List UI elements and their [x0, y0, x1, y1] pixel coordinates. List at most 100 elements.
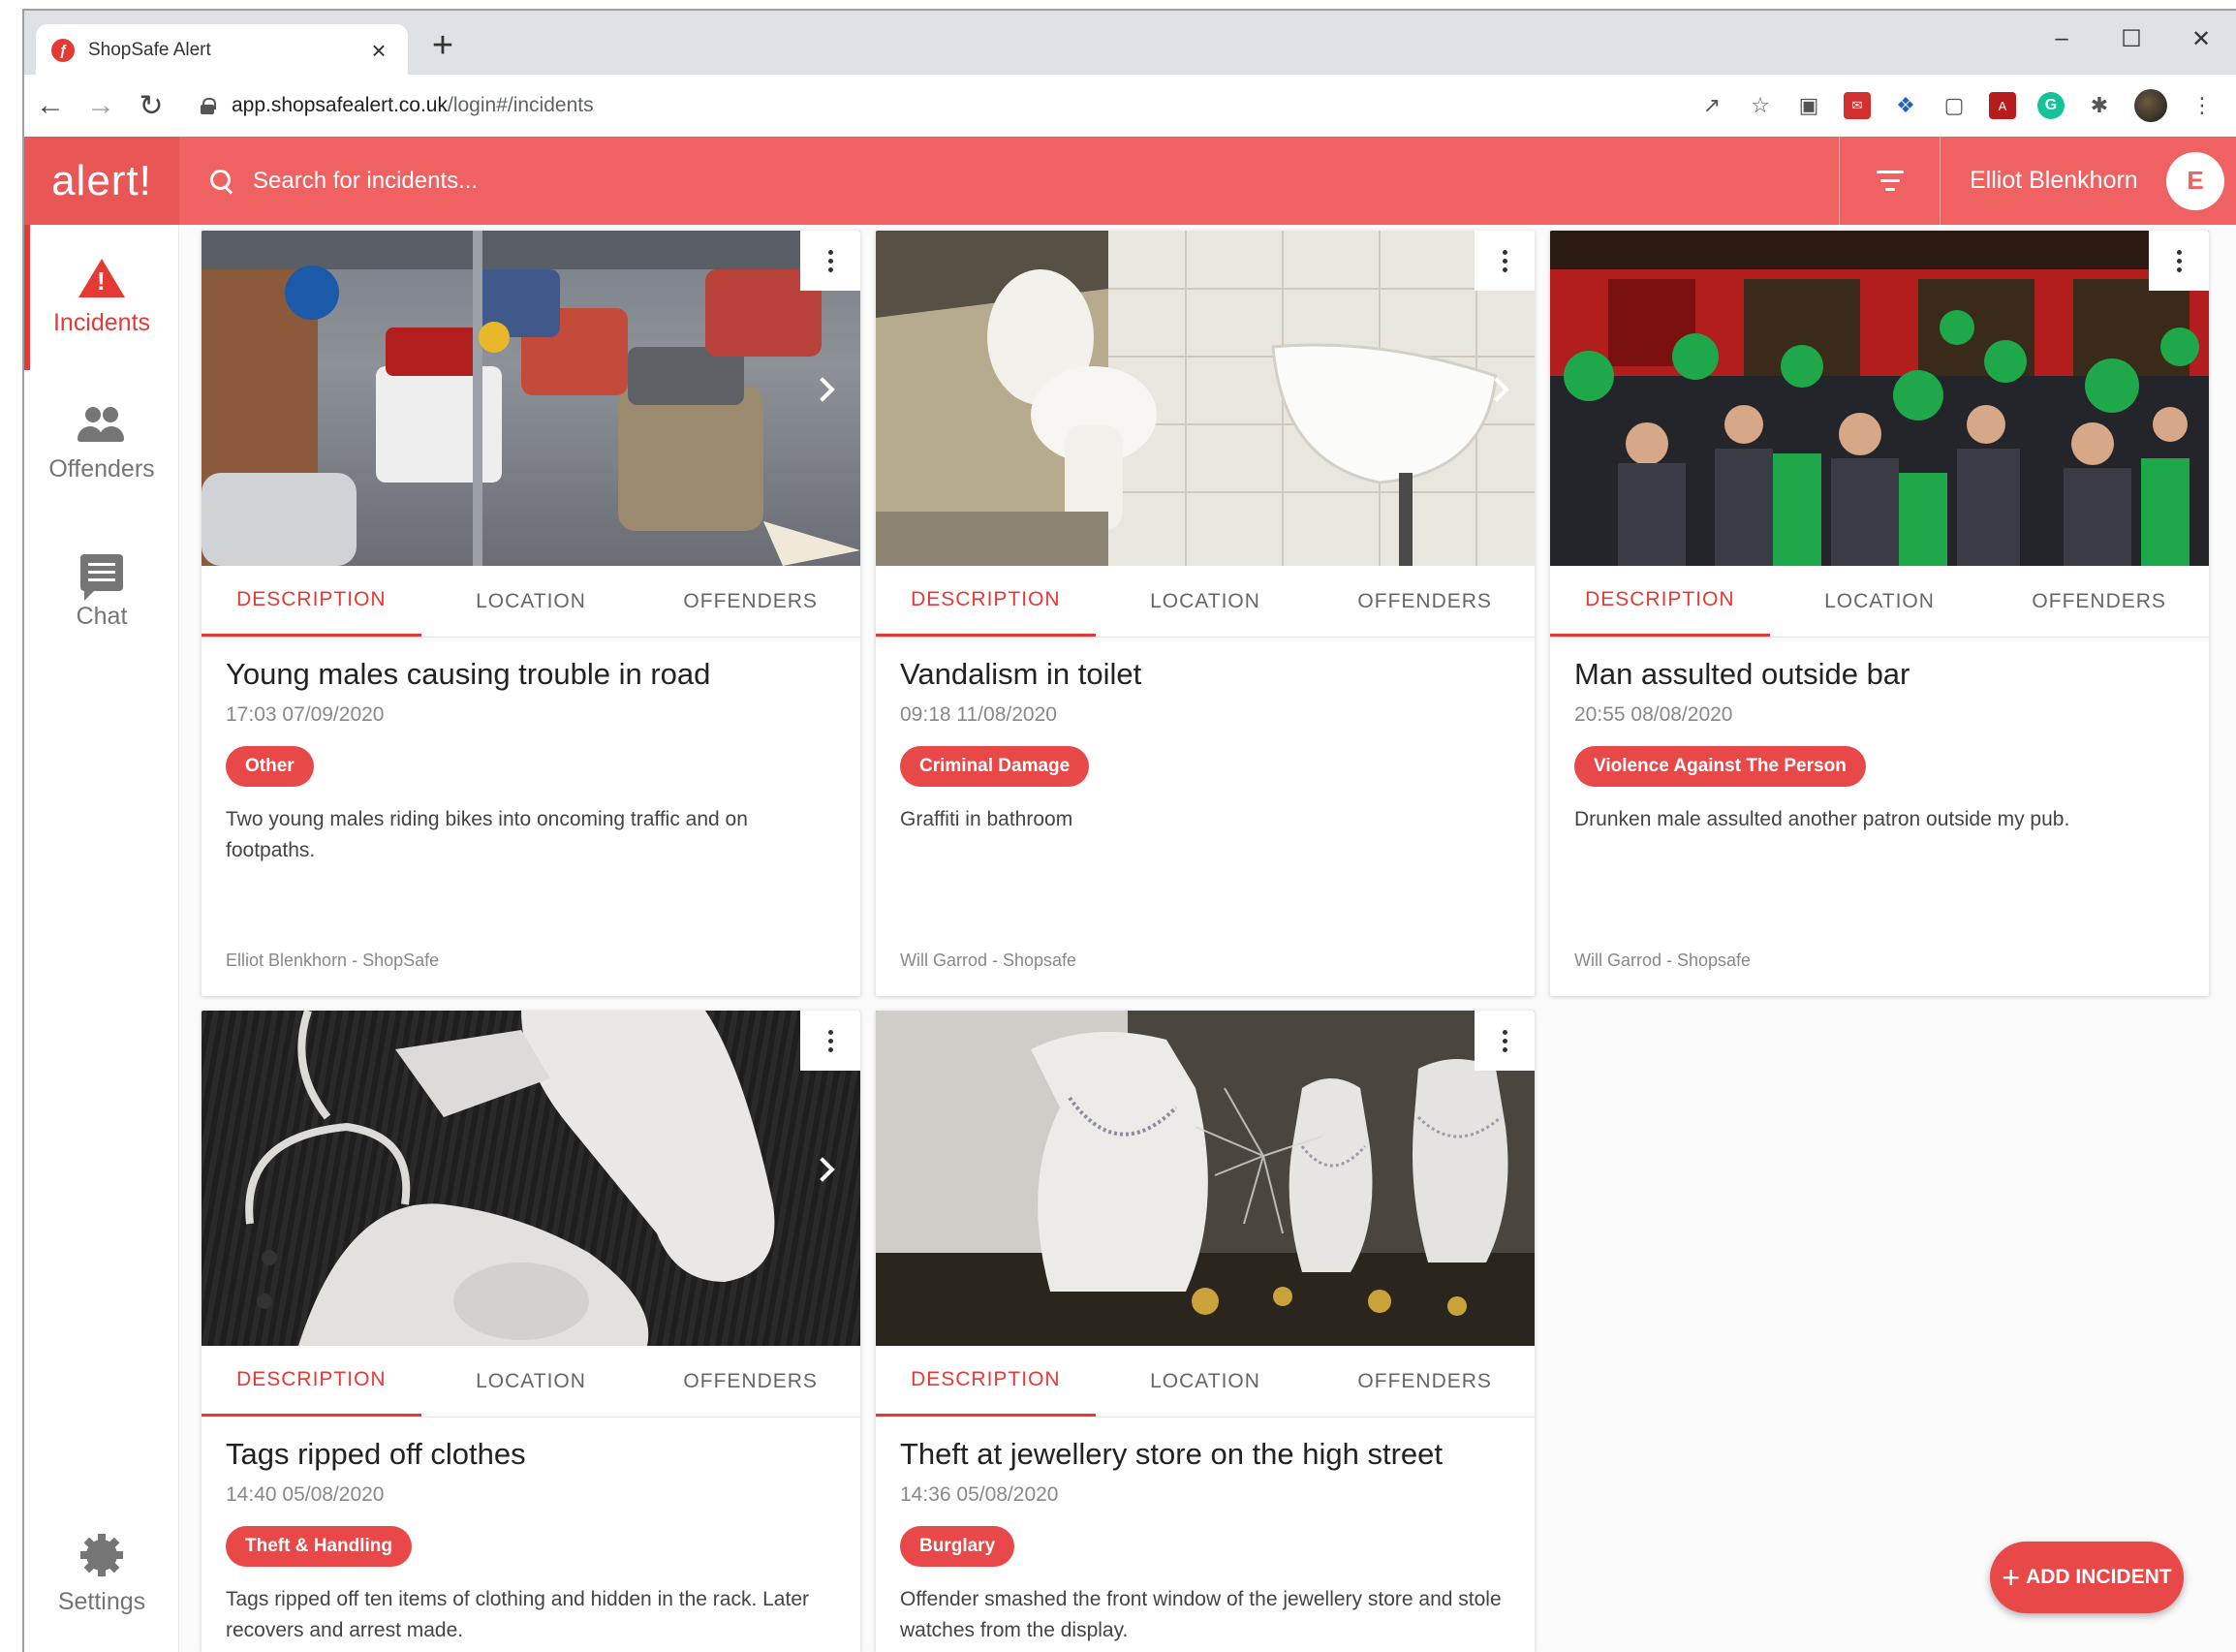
- card-body: Tags ripped off clothes 14:40 05/08/2020…: [202, 1418, 860, 1646]
- card-tabs: DESCRIPTION LOCATION OFFENDERS: [202, 566, 860, 638]
- card-menu-icon[interactable]: [2149, 231, 2209, 291]
- tab-offenders[interactable]: OFFENDERS: [1315, 1346, 1535, 1417]
- extension-pdf-icon[interactable]: A: [1989, 92, 2016, 119]
- minimize-icon[interactable]: –: [2027, 16, 2096, 61]
- incident-description: Two young males riding bikes into oncomi…: [226, 808, 748, 861]
- tab-description[interactable]: DESCRIPTION: [202, 566, 421, 637]
- sidebar-item-offenders[interactable]: Offenders: [24, 372, 179, 517]
- incident-card[interactable]: DESCRIPTION LOCATION OFFENDERS Young mal…: [202, 231, 860, 996]
- browser-tab[interactable]: ƒ ShopSafe Alert ×: [36, 24, 408, 77]
- browser-menu-icon[interactable]: ⋮: [2189, 92, 2216, 119]
- incident-description: Tags ripped off ten items of clothing an…: [226, 1588, 809, 1641]
- sidebar-item-label: Offenders: [48, 454, 155, 483]
- puzzle-extensions-icon[interactable]: ✱: [2086, 92, 2113, 119]
- category-chip[interactable]: Burglary: [900, 1526, 1015, 1567]
- sidebar-item-label: Chat: [76, 602, 128, 630]
- people-icon: [78, 406, 126, 444]
- filter-icon: [1876, 171, 1904, 173]
- incident-reporter: Will Garrod - Shopsafe: [1574, 951, 1752, 970]
- incident-time: 14:40 05/08/2020: [226, 1483, 385, 1506]
- tab-offenders[interactable]: OFFENDERS: [1989, 566, 2209, 637]
- incident-card[interactable]: DESCRIPTION LOCATION OFFENDERS Tags ripp…: [202, 1011, 860, 1652]
- star-bookmark-icon[interactable]: ☆: [1747, 92, 1774, 119]
- incident-photo[interactable]: [202, 231, 860, 566]
- tab-offenders[interactable]: OFFENDERS: [1315, 566, 1535, 637]
- sidebar-item-label: Settings: [57, 1587, 146, 1615]
- incident-photo[interactable]: [876, 1011, 1535, 1346]
- incident-photo[interactable]: [202, 1011, 860, 1346]
- tab-description[interactable]: DESCRIPTION: [1550, 566, 1770, 637]
- tab-location[interactable]: LOCATION: [1770, 566, 1990, 637]
- alert-logo[interactable]: alert!: [24, 137, 179, 225]
- extension-mail-icon[interactable]: ✉: [1844, 92, 1871, 119]
- incident-title: Young males causing trouble in road: [226, 657, 711, 691]
- tab-location[interactable]: LOCATION: [421, 566, 641, 637]
- incident-photo[interactable]: [1550, 231, 2209, 566]
- incident-reporter: Elliot Blenkhorn - ShopSafe: [226, 951, 440, 970]
- extension-icons: ↗ ☆ ▣ ✉ ❖ ▢ A G ✱ ⋮: [1688, 89, 2226, 122]
- open-external-icon[interactable]: ↗: [1698, 92, 1725, 119]
- sidebar-item-incidents[interactable]: Incidents: [24, 225, 179, 370]
- card-menu-icon[interactable]: [800, 231, 860, 291]
- incident-reporter: Will Garrod - Shopsafe: [900, 951, 1077, 970]
- search-bar: [179, 137, 1839, 225]
- incident-title: Tags ripped off clothes: [226, 1437, 526, 1471]
- crowd-outside-bar-image: [1550, 231, 2209, 566]
- tab-location[interactable]: LOCATION: [421, 1346, 641, 1417]
- extension-reader-icon[interactable]: ▣: [1795, 92, 1822, 119]
- reload-icon[interactable]: ↻: [127, 81, 175, 130]
- close-window-icon[interactable]: ✕: [2166, 16, 2236, 61]
- filter-button[interactable]: [1839, 137, 1940, 225]
- maximize-icon[interactable]: ☐: [2096, 16, 2166, 61]
- category-chip[interactable]: Other: [226, 746, 314, 787]
- card-menu-icon[interactable]: [800, 1011, 860, 1071]
- extension-grammarly-icon[interactable]: G: [2037, 92, 2065, 119]
- add-incident-button[interactable]: + ADD INCIDENT: [1990, 1542, 2184, 1613]
- tab-description[interactable]: DESCRIPTION: [202, 1346, 421, 1417]
- back-arrow-icon[interactable]: ←: [26, 81, 75, 130]
- tab-location[interactable]: LOCATION: [1096, 566, 1316, 637]
- card-body: Young males causing trouble in road 17:0…: [202, 638, 860, 996]
- chat-icon: [80, 553, 123, 601]
- profile-avatar-icon[interactable]: [2134, 89, 2167, 122]
- category-chip[interactable]: Criminal Damage: [900, 746, 1090, 787]
- forward-arrow-icon[interactable]: →: [77, 81, 125, 130]
- card-menu-icon[interactable]: [1475, 231, 1535, 291]
- sidebar-item-chat[interactable]: Chat: [24, 519, 179, 665]
- extension-screen-icon[interactable]: ▢: [1941, 92, 1968, 119]
- incident-time: 14:36 05/08/2020: [900, 1483, 1059, 1506]
- close-tab-icon[interactable]: ×: [365, 36, 392, 66]
- incident-card[interactable]: DESCRIPTION LOCATION OFFENDERS Vandalism…: [876, 231, 1535, 996]
- user-name: Elliot Blenkhorn: [1970, 167, 2138, 194]
- tab-location[interactable]: LOCATION: [1096, 1346, 1316, 1417]
- tab-offenders[interactable]: OFFENDERS: [640, 1346, 860, 1417]
- card-tabs: DESCRIPTION LOCATION OFFENDERS: [876, 566, 1535, 638]
- sidebar-nav: Incidents Offenders Chat Settings: [24, 225, 179, 1652]
- user-avatar[interactable]: E: [2166, 151, 2224, 210]
- user-menu[interactable]: Elliot Blenkhorn E: [1940, 137, 2236, 225]
- incident-photo[interactable]: [876, 231, 1535, 566]
- street-traffic-image: [202, 231, 860, 566]
- incident-title: Vandalism in toilet: [900, 657, 1142, 691]
- vandalised-toilet-image: [876, 231, 1535, 566]
- incident-card[interactable]: DESCRIPTION LOCATION OFFENDERS Man assul…: [1550, 231, 2209, 996]
- card-body: Vandalism in toilet 09:18 11/08/2020 Cri…: [876, 638, 1535, 996]
- category-chip[interactable]: Theft & Handling: [226, 1526, 412, 1567]
- tab-description[interactable]: DESCRIPTION: [876, 566, 1096, 637]
- category-chip[interactable]: Violence Against The Person: [1574, 746, 1866, 787]
- search-input[interactable]: [253, 167, 834, 195]
- search-icon: [210, 169, 233, 193]
- card-body: Theft at jewellery store on the high str…: [876, 1418, 1535, 1646]
- tab-description[interactable]: DESCRIPTION: [876, 1346, 1096, 1417]
- extension-dropbox-icon[interactable]: ❖: [1892, 92, 1919, 119]
- card-menu-icon[interactable]: [1475, 1011, 1535, 1071]
- new-tab-button[interactable]: +: [423, 26, 462, 65]
- incident-description: Offender smashed the front window of the…: [900, 1588, 1502, 1641]
- address-bar[interactable]: app.shopsafealert.co.uk/login#/incidents: [187, 83, 1688, 128]
- plus-icon: +: [2002, 1559, 2021, 1595]
- sidebar-item-settings[interactable]: Settings: [24, 1502, 179, 1647]
- browser-toolbar: ← → ↻ app.shopsafealert.co.uk/login#/inc…: [24, 75, 2236, 137]
- card-tabs: DESCRIPTION LOCATION OFFENDERS: [876, 1346, 1535, 1418]
- incident-card[interactable]: DESCRIPTION LOCATION OFFENDERS Theft at …: [876, 1011, 1535, 1652]
- tab-offenders[interactable]: OFFENDERS: [640, 566, 860, 637]
